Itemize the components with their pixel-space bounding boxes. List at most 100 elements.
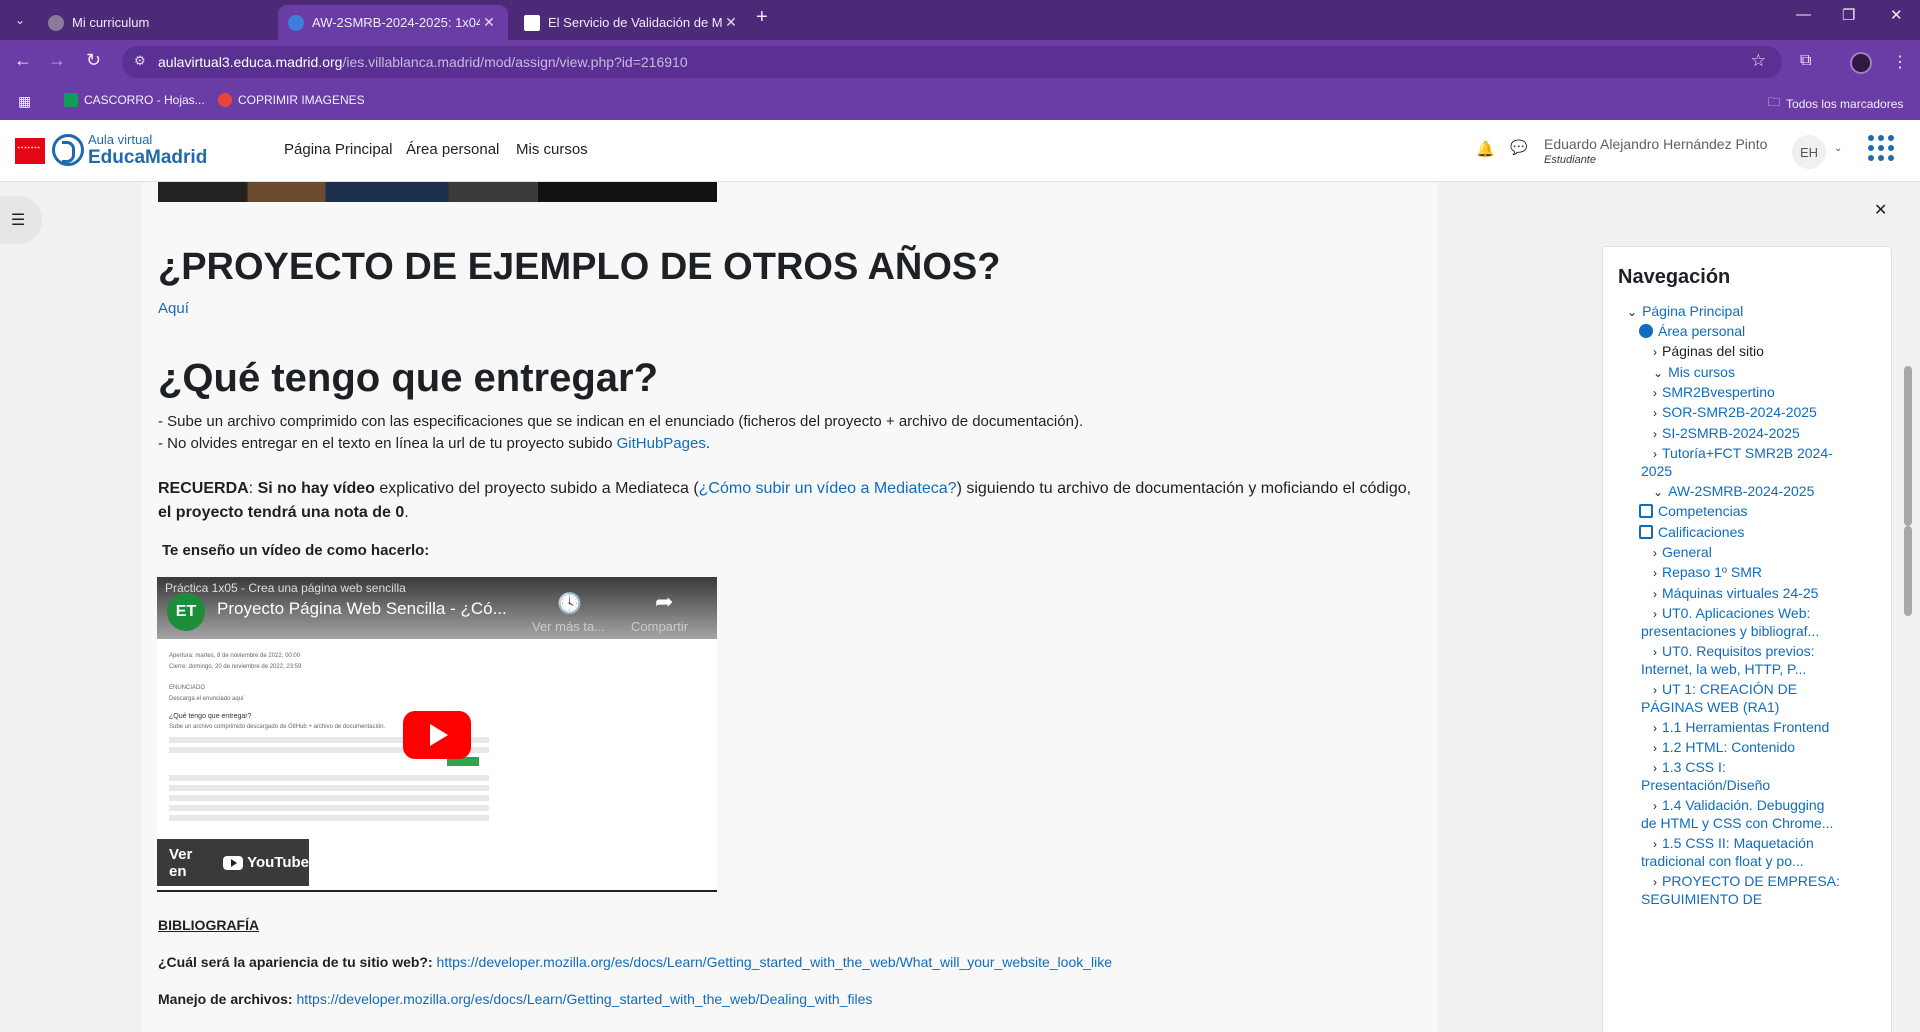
user-role: Estudiante — [1544, 154, 1596, 166]
nav-item-calificaciones[interactable]: Calificaciones — [1639, 522, 1744, 543]
reference-1-link[interactable]: https://developer.mozilla.org/es/docs/Le… — [437, 954, 1113, 970]
nav-mis-cursos[interactable]: Mis cursos — [516, 141, 588, 158]
play-button-icon[interactable] — [403, 711, 471, 759]
share-icon[interactable]: ➦ — [655, 589, 673, 615]
recuerda-paragraph: RECUERDA: Si no hay vídeo explicativo de… — [158, 480, 1412, 521]
forward-icon[interactable]: → — [48, 50, 66, 71]
user-avatar[interactable]: EH — [1792, 135, 1826, 169]
nav-item-proyecto-empresa-cont[interactable]: SEGUIMIENTO DE — [1641, 889, 1762, 910]
nav-item-ut0-aplicaciones-cont[interactable]: presentaciones y bibliograf... — [1641, 621, 1819, 642]
table-icon — [1639, 525, 1653, 539]
checkbox-icon — [1639, 504, 1653, 518]
nav-pagina-principal[interactable]: Página Principal — [284, 141, 392, 158]
all-bookmarks[interactable]: 🗀 Todos los marcadores — [1768, 93, 1903, 114]
nav-item-1-1[interactable]: › 1.1 Herramientas Frontend — [1653, 717, 1829, 739]
reference-2-link[interactable]: https://developer.mozilla.org/es/docs/Le… — [296, 991, 872, 1007]
clock-icon[interactable]: 🕓 — [557, 591, 582, 616]
extensions-icon[interactable]: ⧉ — [1800, 52, 1811, 70]
close-tab-icon[interactable]: ✕ — [480, 14, 498, 31]
bookmark-star-icon[interactable]: ☆ — [1751, 51, 1766, 71]
bell-icon[interactable]: 🔔 — [1476, 140, 1495, 158]
nav-item-pagina-principal[interactable]: ⌄ Página Principal — [1627, 301, 1743, 323]
profile-avatar[interactable] — [1850, 52, 1872, 74]
nav-item-smr2bvespertino[interactable]: › SMR2Bvespertino — [1653, 382, 1775, 404]
bookmark-coprimir[interactable]: COPRIMIR IMAGENES — [218, 93, 365, 107]
watch-on-youtube-button[interactable]: Ver en YouTube — [157, 839, 309, 886]
channel-avatar[interactable]: ET — [167, 593, 205, 631]
chevron-right-icon: › — [1653, 386, 1657, 400]
chevron-right-icon: › — [1653, 587, 1657, 601]
site-header: Aula virtual EducaMadrid Página Principa… — [0, 120, 1920, 182]
site-info-icon[interactable]: ⚙ — [134, 53, 146, 69]
aqui-link[interactable]: Aquí — [158, 300, 189, 317]
video-title[interactable]: Proyecto Página Web Sencilla - ¿Có... — [217, 599, 507, 619]
share-button[interactable]: Compartir — [631, 619, 688, 634]
deliver-paragraph-1: - Sube un archivo comprimido con las esp… — [158, 413, 1084, 430]
nav-item-tutoria[interactable]: › Tutoría+FCT SMR2B 2024- — [1653, 443, 1833, 465]
nav-item-sor[interactable]: › SOR-SMR2B-2024-2025 — [1653, 402, 1817, 424]
comunidad-madrid-flag[interactable] — [15, 138, 45, 164]
chevron-right-icon: › — [1653, 546, 1657, 560]
address-bar[interactable]: ⚙ aulavirtual3.educa.madrid.org/ies.vill… — [122, 46, 1782, 78]
browser-tabbar: ⌄ Mi curriculum AW-2SMRB-2024-2025: 1x04… — [0, 0, 1920, 40]
chevron-down-icon: ⌄ — [1653, 366, 1664, 380]
nav-item-mis-cursos[interactable]: ⌄ Mis cursos — [1653, 362, 1735, 384]
nav-item-ut1-cont[interactable]: PÁGINAS WEB (RA1) — [1641, 697, 1779, 718]
youtube-embed[interactable]: Apertura: martes, 8 de noviembre de 2022… — [157, 577, 717, 892]
nav-item-paginas-sitio[interactable]: › Páginas del sitio — [1653, 341, 1764, 363]
heading-proyecto-ejemplo: ¿PROYECTO DE EJEMPLO DE OTROS AÑOS? — [158, 246, 1001, 288]
educamadrid-logo-icon[interactable] — [52, 134, 84, 166]
logo-title[interactable]: EducaMadrid — [88, 147, 207, 169]
drawer-scrollbar[interactable] — [1903, 242, 1913, 1032]
close-tab-icon[interactable]: ✕ — [722, 14, 740, 31]
nav-item-1-3-cont[interactable]: Presentación/Diseño — [1641, 775, 1770, 796]
minimize-icon[interactable]: — — [1796, 6, 1811, 23]
drawer-scrollbar-thumb-lower[interactable] — [1904, 526, 1912, 616]
nav-item-1-4-cont[interactable]: de HTML y CSS con Chrome... — [1641, 813, 1833, 834]
watch-later-button[interactable]: Ver más ta... — [532, 619, 605, 634]
mediateca-help-link[interactable]: ¿Cómo subir un vídeo a Mediateca? — [699, 480, 957, 497]
messages-icon[interactable]: 💬 — [1510, 139, 1527, 156]
tab-aw-2smrb[interactable]: AW-2SMRB-2024-2025: 1x04 - ✕ — [278, 5, 508, 40]
nav-item-1-2[interactable]: › 1.2 HTML: Contenido — [1653, 737, 1795, 759]
close-drawer-icon[interactable]: ✕ — [1874, 200, 1887, 220]
back-icon[interactable]: ← — [14, 50, 32, 71]
menu-icon[interactable]: ⋮ — [1892, 52, 1908, 72]
chevron-right-icon: › — [1653, 721, 1657, 735]
githubpages-link[interactable]: GitHubPages — [617, 435, 706, 452]
video-title-bar: Práctica 1x05 - Crea una página web senc… — [157, 577, 717, 639]
apps-grid-icon[interactable]: ▦ — [18, 93, 31, 110]
user-name[interactable]: Eduardo Alejandro Hernández Pinto — [1544, 136, 1767, 152]
nav-item-maquinas[interactable]: › Máquinas virtuales 24-25 — [1653, 583, 1818, 605]
nav-item-general[interactable]: › General — [1653, 542, 1712, 564]
tab-servicio-validacion[interactable]: El Servicio de Validación de Ma ✕ — [514, 5, 750, 40]
url-host: aulavirtual3.educa.madrid.org — [158, 54, 343, 70]
apps-grid-icon[interactable] — [1868, 135, 1894, 161]
main-content: ¿PROYECTO DE EJEMPLO DE OTROS AÑOS? Aquí… — [142, 182, 1438, 1032]
heading-que-entregar: ¿Qué tengo que entregar? — [158, 356, 659, 400]
nav-item-si[interactable]: › SI-2SMRB-2024-2025 — [1653, 423, 1800, 445]
nav-item-repaso[interactable]: › Repaso 1º SMR — [1653, 562, 1762, 584]
new-tab-icon[interactable]: + — [756, 6, 768, 29]
close-window-icon[interactable]: ✕ — [1890, 6, 1903, 24]
nav-item-1-5-cont[interactable]: tradicional con float y po... — [1641, 851, 1804, 872]
reference-1: ¿Cuál será la apariencia de tu sitio web… — [158, 954, 1113, 970]
nav-item-area-personal[interactable]: Área personal — [1639, 321, 1745, 342]
logo-subtitle[interactable]: Aula virtual — [88, 132, 152, 147]
tab-search-icon[interactable]: ⌄ — [8, 8, 32, 32]
restore-icon[interactable]: ❐ — [1842, 6, 1855, 24]
nav-area-personal[interactable]: Área personal — [406, 141, 499, 158]
moodle-favicon-icon — [288, 14, 304, 31]
reload-icon[interactable]: ↻ — [86, 50, 101, 71]
navigation-block: Navegación ⌄ Página Principal Área person… — [1602, 246, 1892, 1032]
nav-item-competencias[interactable]: Competencias — [1639, 501, 1748, 522]
drawer-scrollbar-thumb[interactable] — [1904, 366, 1912, 526]
screenshot-image-top — [158, 182, 717, 202]
nav-item-ut0-requisitos-cont[interactable]: Internet, la web, HTTP, P... — [1641, 659, 1806, 680]
bookmark-cascorro[interactable]: CASCORRO - Hojas... — [64, 93, 205, 107]
dashboard-icon — [1639, 324, 1653, 338]
tab-mi-curriculum[interactable]: Mi curriculum — [38, 5, 274, 40]
nav-item-aw[interactable]: ⌄ AW-2SMRB-2024-2025 — [1653, 481, 1814, 503]
nav-item-tutoria-cont[interactable]: 2025 — [1641, 461, 1672, 482]
chevron-down-icon[interactable]: ⌄ — [1834, 143, 1842, 154]
